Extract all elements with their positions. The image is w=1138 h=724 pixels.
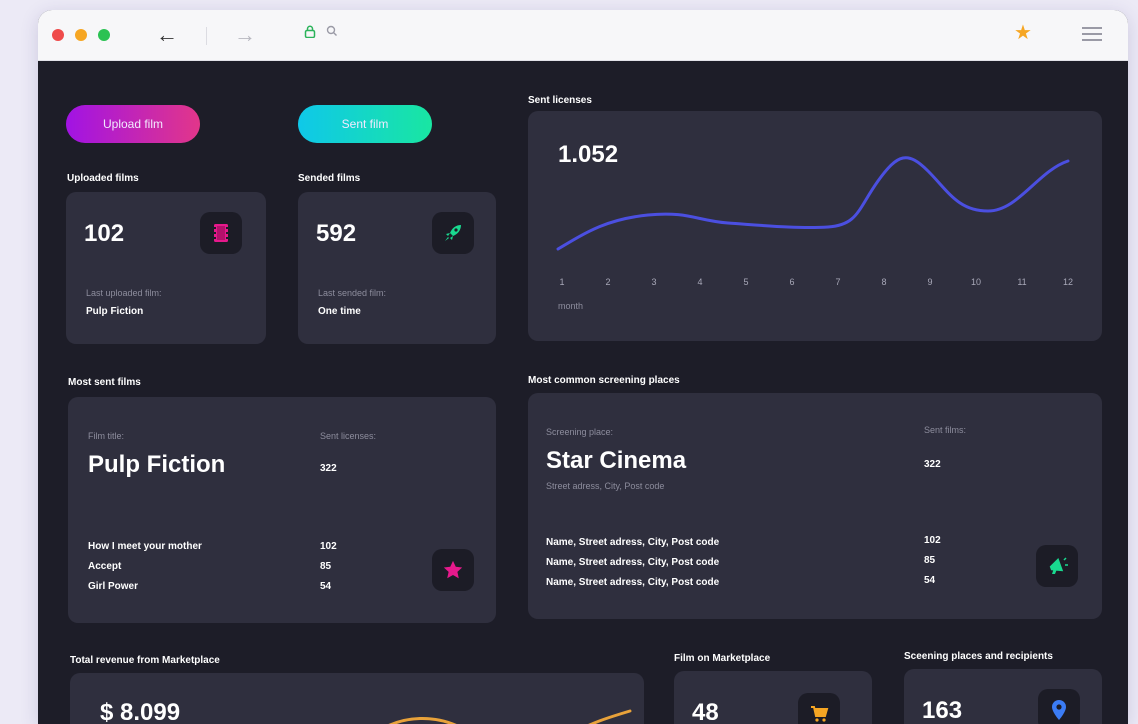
most-sent-films-title: Most sent films bbox=[68, 377, 141, 388]
marketplace-count: 48 bbox=[692, 699, 719, 724]
sended-films-title: Sended films bbox=[298, 173, 361, 184]
uploaded-films-count: 102 bbox=[84, 220, 125, 247]
top-film-title: Pulp Fiction bbox=[88, 451, 226, 478]
film-icon[interactable] bbox=[200, 212, 242, 254]
maximize-window-button[interactable] bbox=[98, 29, 110, 41]
screening-row-count: 85 bbox=[924, 555, 936, 566]
screening-row-count: 102 bbox=[924, 535, 941, 546]
last-sended-label: Last sended film: bbox=[318, 288, 387, 298]
screening-row-name: Name, Street adress, City, Post code bbox=[546, 537, 720, 548]
film-row-name: How I meet your mother bbox=[88, 541, 202, 552]
month-tick-label: 11 bbox=[1017, 277, 1027, 287]
dashboard: Upload film Sent film Uploaded films 102… bbox=[38, 61, 1128, 724]
top-film-count: 322 bbox=[320, 463, 337, 474]
month-tick-label: 1 bbox=[559, 277, 565, 287]
sended-films-count: 592 bbox=[316, 220, 357, 247]
last-uploaded-value: Pulp Fiction bbox=[86, 306, 144, 317]
hamburger-icon[interactable] bbox=[1082, 23, 1102, 45]
star-icon[interactable] bbox=[432, 549, 474, 591]
megaphone-icon[interactable] bbox=[1036, 545, 1078, 587]
month-tick-label: 5 bbox=[743, 277, 749, 287]
screening-place-label: Screening place: bbox=[546, 427, 614, 437]
revenue-chart bbox=[388, 709, 632, 724]
uploaded-films-title: Uploaded films bbox=[67, 173, 139, 184]
recipients-card: 163 bbox=[904, 669, 1102, 724]
month-tick-label: 10 bbox=[970, 277, 981, 287]
sent-licenses-card: 1.052 1 2 3 4 5 6 7 8 9 10 11 12 month bbox=[528, 111, 1102, 341]
month-tick-label: 3 bbox=[651, 277, 657, 287]
sent-licenses-chart bbox=[556, 156, 1070, 251]
top-screening-count: 322 bbox=[924, 459, 941, 470]
arrow-left-icon[interactable]: ← bbox=[156, 20, 178, 50]
month-tick-label: 7 bbox=[835, 277, 841, 287]
screening-places-card: Screening place: Sent films: Star Cinema… bbox=[528, 393, 1102, 619]
month-tick-label: 2 bbox=[605, 277, 611, 287]
film-title-label: Film title: bbox=[88, 431, 124, 441]
screening-places-title: Most common screening places bbox=[528, 375, 680, 386]
address-bar[interactable] bbox=[290, 22, 1040, 48]
top-screening-address: Street adress, City, Post code bbox=[546, 481, 665, 491]
screening-row-name: Name, Street adress, City, Post code bbox=[546, 557, 720, 568]
star-icon[interactable]: ★ bbox=[1014, 20, 1032, 45]
revenue-title: Total revenue from Marketplace bbox=[70, 655, 220, 666]
month-tick-label: 9 bbox=[927, 277, 933, 287]
rocket-icon[interactable] bbox=[432, 212, 474, 254]
month-tick-label: 12 bbox=[1062, 277, 1073, 287]
last-uploaded-label: Last uploaded film: bbox=[86, 288, 162, 298]
cart-icon[interactable] bbox=[798, 693, 840, 724]
toolbar-divider bbox=[206, 27, 207, 45]
month-axis-label: month bbox=[558, 301, 584, 311]
marketplace-title: Film on Marketplace bbox=[674, 653, 771, 664]
upload-film-button[interactable]: Upload film bbox=[66, 105, 200, 143]
marketplace-card: 48 bbox=[674, 671, 872, 724]
month-tick-label: 4 bbox=[697, 277, 703, 287]
browser-window: ← → ★ Upload film Sent film Uploaded fil… bbox=[38, 10, 1128, 724]
revenue-line bbox=[388, 709, 632, 724]
sent-licenses-title: Sent licenses bbox=[528, 95, 592, 106]
film-row-count: 54 bbox=[320, 581, 332, 592]
arrow-right-icon[interactable]: → bbox=[234, 20, 256, 50]
sended-films-card: 592 Last sended film: One time bbox=[298, 192, 496, 344]
uploaded-films-card: 102 Last uploaded film: Pulp Fiction bbox=[66, 192, 266, 344]
search-icon bbox=[326, 24, 338, 40]
film-row-count: 85 bbox=[320, 561, 332, 572]
map-pin-icon[interactable] bbox=[1038, 689, 1080, 724]
close-window-button[interactable] bbox=[52, 29, 64, 41]
top-screening-place: Star Cinema bbox=[546, 447, 687, 474]
month-tick-label: 8 bbox=[881, 277, 887, 287]
recipients-title: Sceening places and recipients bbox=[904, 651, 1053, 662]
screening-row-name: Name, Street adress, City, Post code bbox=[546, 577, 720, 588]
month-tick-label: 6 bbox=[789, 277, 795, 287]
film-row-count: 102 bbox=[320, 541, 337, 552]
most-sent-films-card: Film title: Sent licenses: Pulp Fiction … bbox=[68, 397, 496, 623]
film-row-name: Accept bbox=[88, 561, 122, 572]
licenses-line bbox=[556, 156, 1070, 251]
sent-licenses-label: Sent licenses: bbox=[320, 431, 377, 441]
recipients-count: 163 bbox=[922, 697, 963, 724]
sent-film-button[interactable]: Sent film bbox=[298, 105, 432, 143]
lock-icon bbox=[304, 25, 316, 41]
sent-films-label: Sent films: bbox=[924, 425, 967, 435]
screening-row-count: 54 bbox=[924, 575, 936, 586]
revenue-card: $ 8.099 bbox=[70, 673, 644, 724]
minimize-window-button[interactable] bbox=[75, 29, 87, 41]
browser-toolbar: ← → ★ bbox=[38, 10, 1128, 61]
film-row-name: Girl Power bbox=[88, 581, 139, 592]
last-sended-value: One time bbox=[318, 306, 361, 317]
